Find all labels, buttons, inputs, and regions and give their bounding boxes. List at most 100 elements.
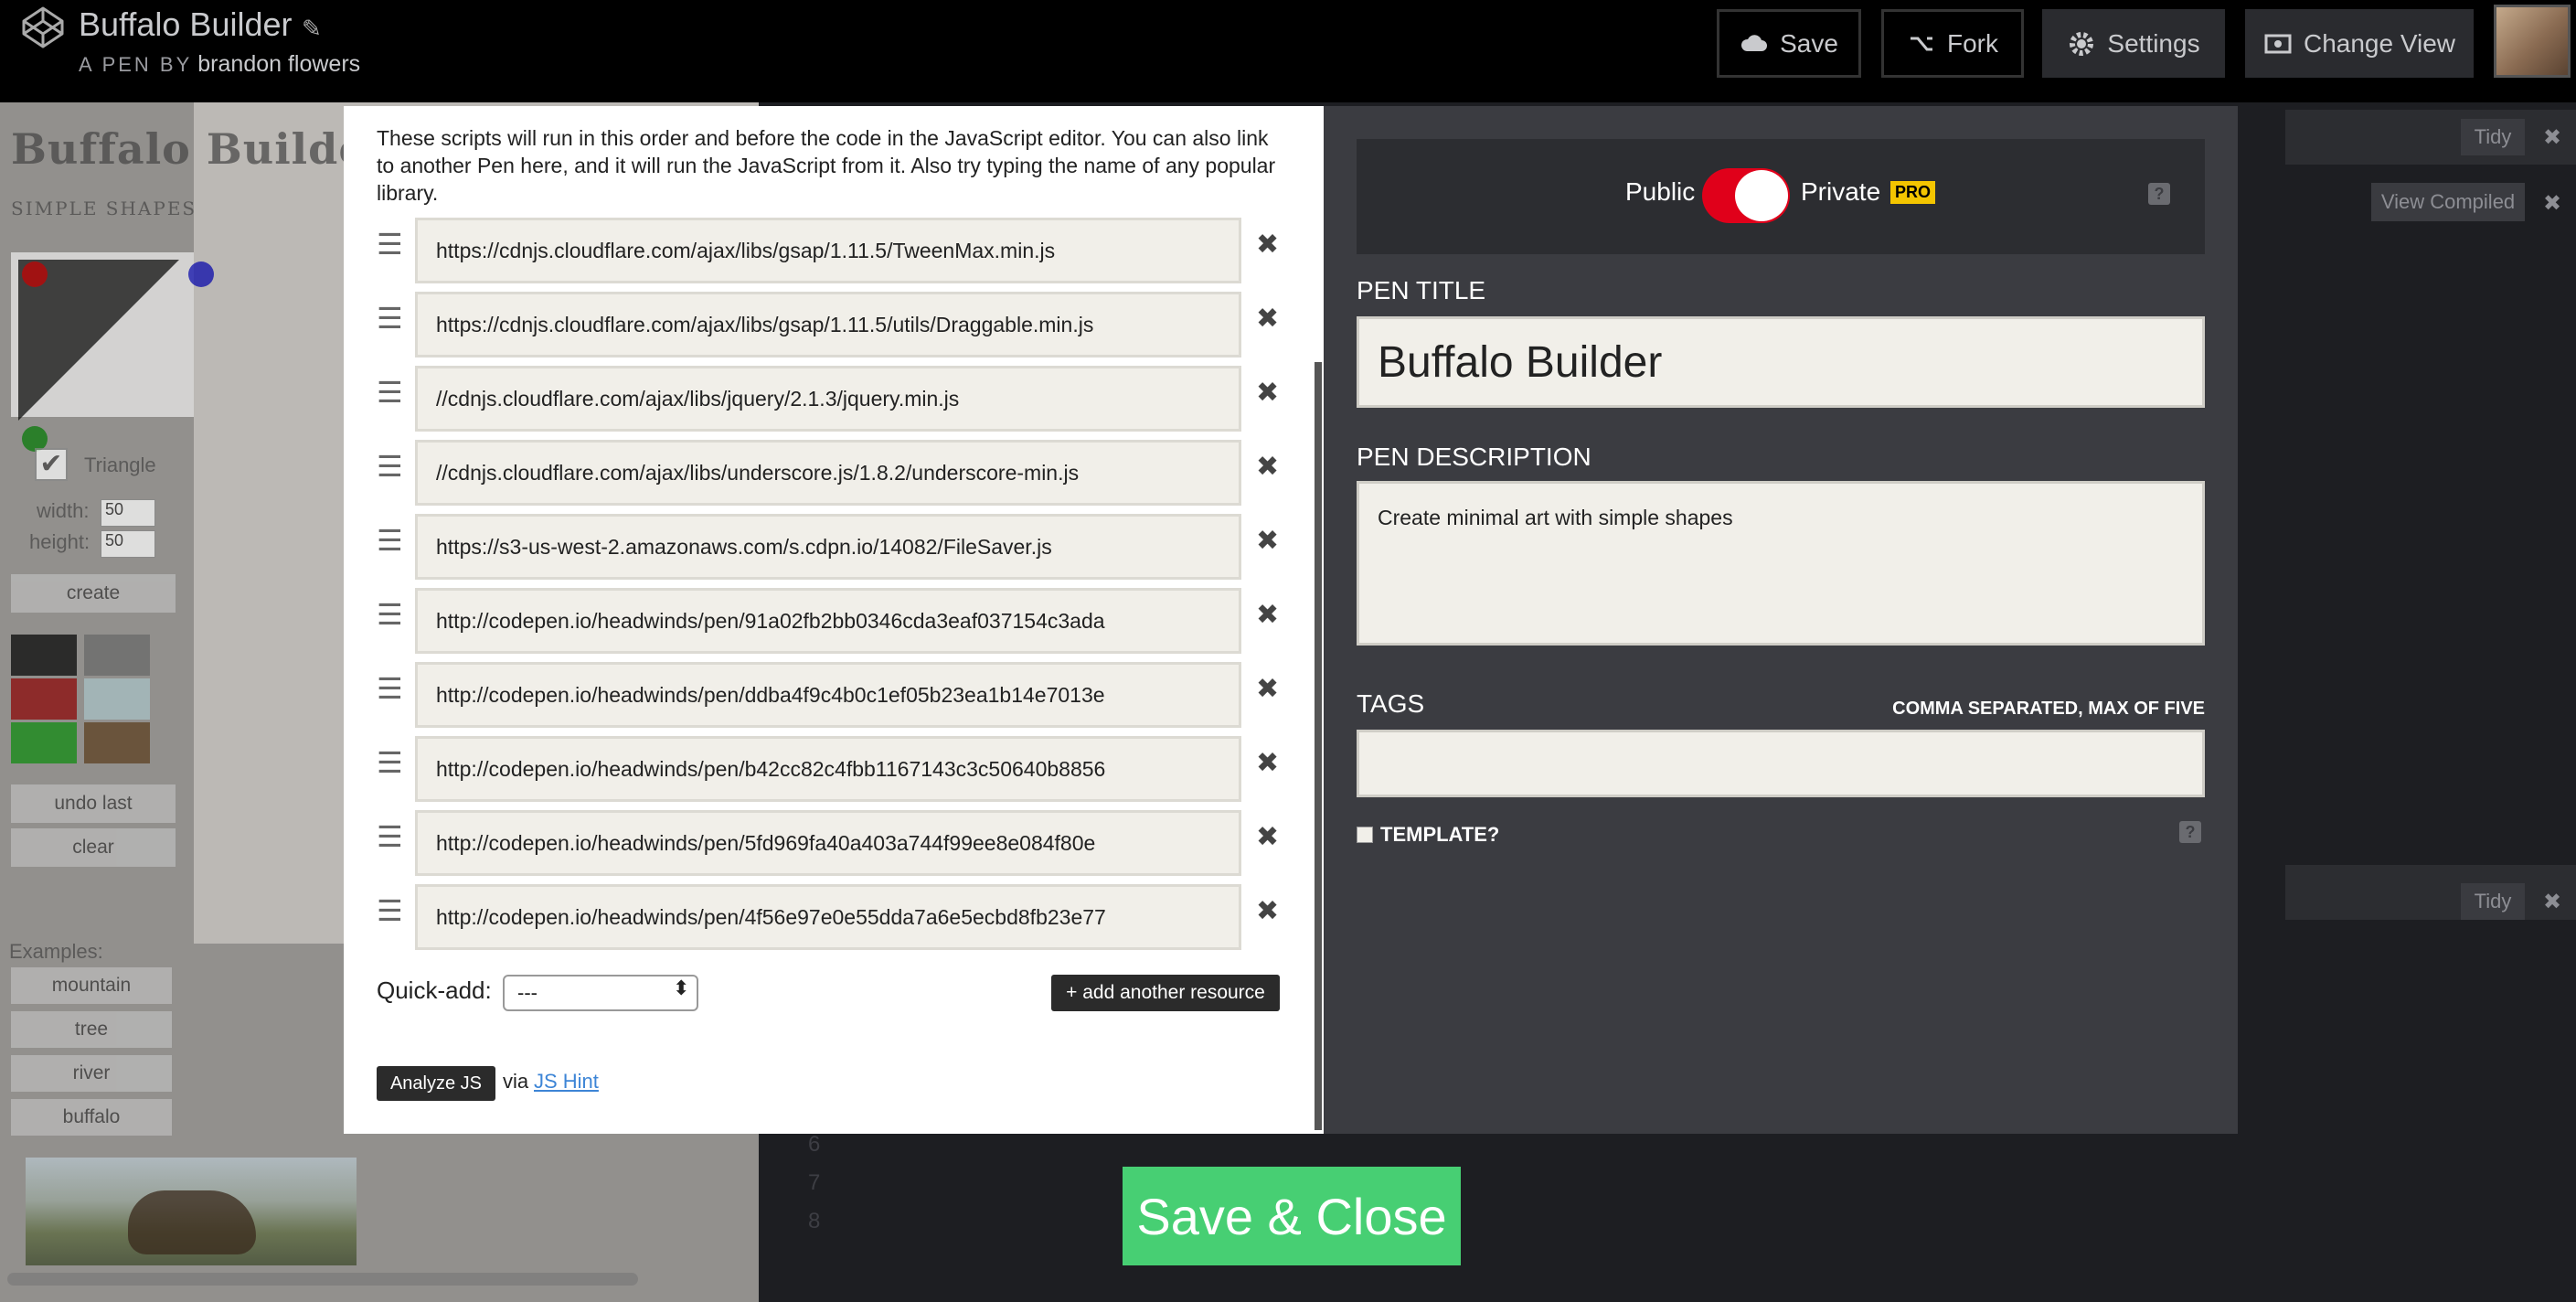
resource-url-input[interactable]: https://cdnjs.cloudflare.com/ajax/libs/g… [415,292,1241,358]
resource-url-input[interactable]: //cdnjs.cloudflare.com/ajax/libs/jquery/… [415,366,1241,432]
color-swatch-lightblue[interactable] [84,678,150,720]
save-and-close-button[interactable]: Save & Close [1123,1167,1461,1265]
tidy-button[interactable]: Tidy [2461,119,2525,155]
select-arrows-icon: ⬍ [673,976,690,999]
resource-row: ☰ http://codepen.io/headwinds/pen/91a02f… [377,588,1291,654]
close-compiled-icon[interactable]: ✖ [2543,190,2561,217]
quick-add-label: Quick-add: [377,976,492,1004]
add-resource-button[interactable]: + add another resource [1051,975,1280,1011]
create-button[interactable]: create [11,574,176,613]
js-editor-header [2285,110,2576,165]
user-avatar[interactable] [2494,5,2571,78]
pencil-edit-icon[interactable]: ✎ [302,15,322,43]
resource-row: ☰ http://codepen.io/headwinds/pen/ddba4f… [377,662,1291,728]
resource-url-input[interactable]: http://codepen.io/headwinds/pen/b42cc82c… [415,736,1241,802]
resource-row: ☰ http://codepen.io/headwinds/pen/5fd969… [377,810,1291,876]
visibility-toggle-knob[interactable] [1735,170,1788,221]
pro-badge: PRO [1890,181,1936,204]
preview-horizontal-scrollbar[interactable] [7,1273,638,1286]
drag-handle-icon[interactable]: ☰ [377,745,403,780]
resource-url-input[interactable]: https://cdnjs.cloudflare.com/ajax/libs/g… [415,218,1241,283]
pen-title-input[interactable]: Buffalo Builder [1357,316,2205,408]
drag-handle-icon[interactable]: ☰ [377,893,403,928]
pen-title-label: PEN TITLE [1357,276,1486,304]
color-swatch-gray[interactable] [84,635,150,676]
remove-resource-icon[interactable]: ✖ [1256,895,1279,927]
color-swatch-green[interactable] [11,722,77,763]
remove-resource-icon[interactable]: ✖ [1256,525,1279,557]
height-input[interactable]: 50 [101,530,155,558]
red-handle-icon[interactable] [22,261,48,287]
template-label: TEMPLATE? [1380,823,1500,846]
remove-resource-icon[interactable]: ✖ [1256,821,1279,853]
drag-handle-icon[interactable]: ☰ [377,671,403,706]
close-pane-icon-2[interactable]: ✖ [2543,889,2561,915]
js-hint-link[interactable]: JS Hint [534,1070,599,1094]
pen-description-textarea[interactable]: Create minimal art with simple shapes [1357,481,2205,646]
resource-url-input[interactable]: https://s3-us-west-2.amazonaws.com/s.cdp… [415,514,1241,580]
analyze-js-button[interactable]: Analyze JS [377,1066,495,1101]
quick-add-select[interactable]: --- [503,975,698,1011]
resource-row: ☰ https://s3-us-west-2.amazonaws.com/s.c… [377,514,1291,580]
remove-resource-icon[interactable]: ✖ [1256,377,1279,409]
remove-resource-icon[interactable]: ✖ [1256,599,1279,631]
preview-subtitle: SIMPLE SHAPES [11,197,197,219]
drag-handle-icon[interactable]: ☰ [377,449,403,484]
help-icon[interactable]: ? [2148,183,2170,205]
template-help-icon[interactable]: ? [2179,821,2201,843]
template-checkbox[interactable] [1357,827,1373,843]
tags-input[interactable] [1357,730,2205,797]
resource-url-input[interactable]: //cdnjs.cloudflare.com/ajax/libs/undersc… [415,440,1241,506]
triangle-checkbox-icon[interactable]: ✔ [35,448,68,481]
line-number: 8 [808,1209,821,1233]
resource-row: ☰ https://cdnjs.cloudflare.com/ajax/libs… [377,218,1291,283]
codepen-logo-icon[interactable] [20,5,66,50]
view-compiled-button[interactable]: View Compiled [2371,183,2525,221]
drag-handle-icon[interactable]: ☰ [377,375,403,410]
save-button[interactable]: Save [1717,9,1861,78]
gear-icon [2070,31,2094,56]
tidy-button-2[interactable]: Tidy [2461,883,2525,920]
blue-handle-icon[interactable] [188,261,214,287]
resource-url-input[interactable]: http://codepen.io/headwinds/pen/5fd969fa… [415,810,1241,876]
fork-button[interactable]: Fork [1881,9,2024,78]
drag-handle-icon[interactable]: ☰ [377,301,403,336]
close-pane-icon[interactable]: ✖ [2543,124,2561,151]
pen-author[interactable]: brandon flowers [197,51,360,77]
triangle-label: Triangle [84,454,156,476]
resource-url-input[interactable]: http://codepen.io/headwinds/pen/ddba4f9c… [415,662,1241,728]
width-label: width: [37,499,90,522]
remove-resource-icon[interactable]: ✖ [1256,229,1279,261]
remove-resource-icon[interactable]: ✖ [1256,747,1279,779]
example-tree-button[interactable]: tree [11,1011,172,1048]
example-mountain-button[interactable]: mountain [11,967,172,1004]
resources-scrollbar[interactable] [1315,362,1322,1130]
cloud-icon [1741,34,1768,51]
drag-handle-icon[interactable]: ☰ [377,819,403,854]
width-input[interactable]: 50 [101,499,155,527]
pen-title[interactable]: Buffalo Builder [79,5,293,44]
pen-by-label: A PEN BY [79,53,193,76]
color-swatch-red[interactable] [11,678,77,720]
fork-icon [1911,37,1932,50]
pen-description-label: PEN DESCRIPTION [1357,443,1591,471]
remove-resource-icon[interactable]: ✖ [1256,303,1279,335]
drag-handle-icon[interactable]: ☰ [377,597,403,632]
view-icon [2264,34,2292,53]
example-river-button[interactable]: river [11,1055,172,1092]
example-buffalo-button[interactable]: buffalo [11,1099,172,1136]
settings-button[interactable]: Settings [2042,9,2225,78]
resource-url-input[interactable]: http://codepen.io/headwinds/pen/4f56e97e… [415,884,1241,950]
remove-resource-icon[interactable]: ✖ [1256,451,1279,483]
public-label: Public [1625,177,1696,206]
undo-last-button[interactable]: undo last [11,784,176,823]
color-swatch-brown[interactable] [84,722,150,763]
remove-resource-icon[interactable]: ✖ [1256,673,1279,705]
color-swatch-black[interactable] [11,635,77,676]
resource-row: ☰ https://cdnjs.cloudflare.com/ajax/libs… [377,292,1291,358]
resource-url-input[interactable]: http://codepen.io/headwinds/pen/91a02fb2… [415,588,1241,654]
clear-button[interactable]: clear [11,828,176,867]
change-view-button[interactable]: Change View [2245,9,2474,78]
drag-handle-icon[interactable]: ☰ [377,523,403,558]
drag-handle-icon[interactable]: ☰ [377,227,403,261]
